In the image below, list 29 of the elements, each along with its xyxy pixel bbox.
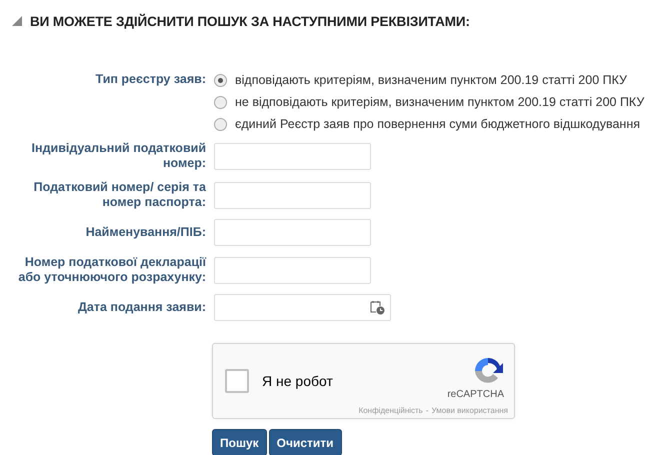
- captcha-checkbox[interactable]: [225, 369, 249, 393]
- clear-button[interactable]: Очистити: [268, 429, 342, 455]
- radio-label: відповідають критеріям, визначеним пунктом 200.19 статті 200 ПКУ: [235, 73, 627, 87]
- field-label: Дата подання заяви:: [76, 300, 206, 315]
- radio-button[interactable]: [214, 96, 227, 108]
- field-label: Найменування/ПІБ:: [84, 225, 206, 240]
- section-title: ВИ МОЖЕТЕ ЗДІЙСНИТИ ПОШУК ЗА НАСТУПНИМИ РЕКВІЗИТАМИ:: [30, 14, 470, 28]
- captcha-label: Я не робот: [262, 373, 334, 389]
- collapse-triangle-icon[interactable]: [12, 16, 22, 26]
- captcha-brand: reCAPTCHA: [447, 389, 504, 400]
- radio-option[interactable]: відповідають критеріям, визначеним пунктом 200.19 статті 200 ПКУ: [214, 72, 650, 88]
- input-field[interactable]: [214, 182, 371, 208]
- radio-option[interactable]: єдиний Реєстр заяв про повернення суми бюджетного відшкодування: [214, 116, 650, 132]
- field-label: Тип реєстру заяв:: [94, 72, 206, 87]
- field-label: Індивідуальний податковий номер:: [30, 141, 206, 171]
- input-field[interactable]: [214, 256, 371, 284]
- field-label: Податковий номер/ серія та номер паспорта:: [32, 180, 206, 210]
- radio-label: не відповідають критеріям, визначеним пунктом 200.19 статті 200 ПКУ: [235, 95, 644, 109]
- search-button[interactable]: Пошук: [212, 429, 267, 455]
- field-label: Номер податкової декларації або уточнюючого розрахунку:: [17, 255, 206, 285]
- input-field[interactable]: [214, 219, 371, 246]
- radio-label: єдиний Реєстр заяв про повернення суми бюджетного відшкодування: [235, 117, 640, 131]
- input-field[interactable]: [214, 142, 371, 170]
- date-field[interactable]: [214, 294, 391, 321]
- link-separator: -: [426, 406, 429, 415]
- radio-option[interactable]: не відповідають критеріям, визначеним пунктом 200.19 статті 200 ПКУ: [214, 94, 650, 110]
- radio-button[interactable]: [214, 118, 227, 130]
- radio-button[interactable]: [214, 74, 227, 86]
- calendar-clock-icon[interactable]: [370, 300, 385, 315]
